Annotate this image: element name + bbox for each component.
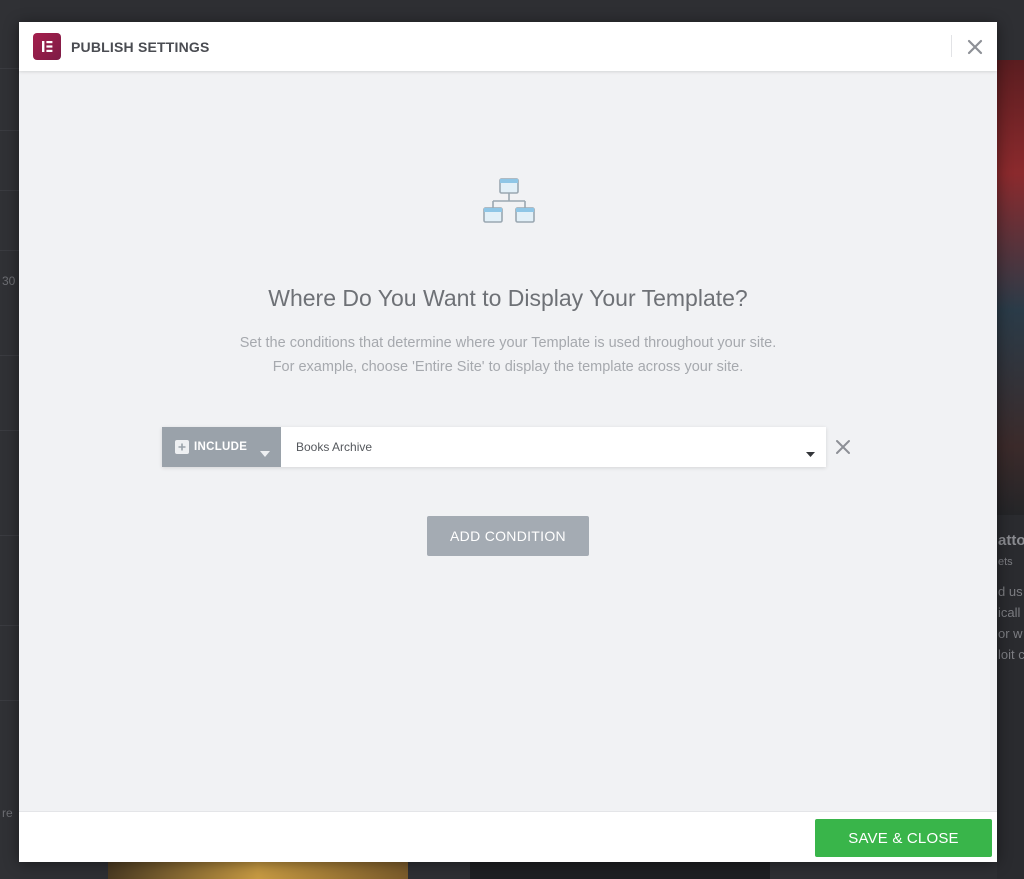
- remove-condition-button[interactable]: [834, 438, 852, 456]
- description-line: For example, choose 'Entire Site' to dis…: [272, 359, 744, 375]
- background-text-fragment: d us: [998, 584, 1023, 599]
- background-right-panel: atto ets d us icall or w loit c: [997, 60, 1024, 879]
- background-poster: [997, 60, 1024, 515]
- background-left-panel: 30 re: [0, 0, 20, 879]
- background-text-fragment: re: [2, 806, 13, 820]
- chevron-down-icon: [806, 444, 815, 462]
- conditions-heading: Where Do You Want to Display Your Templa…: [268, 285, 748, 311]
- condition-target-select[interactable]: Books Archive: [281, 427, 826, 467]
- add-condition-button[interactable]: ADD CONDITION: [427, 516, 589, 556]
- description-line: Set the conditions that determine where …: [239, 335, 777, 351]
- background-text-fragment: icall: [998, 605, 1021, 620]
- condition-row: INCLUDE Books Archive: [162, 427, 826, 467]
- include-exclude-select[interactable]: INCLUDE: [162, 427, 281, 467]
- background-text-fragment: or w: [998, 626, 1023, 641]
- header-divider: [951, 35, 952, 57]
- modal-header: PUBLISH SETTINGS: [19, 22, 997, 71]
- close-icon: [836, 440, 850, 454]
- conditions-description: Set the conditions that determine where …: [19, 331, 997, 379]
- publish-settings-modal: PUBLISH SETTINGS Where Do You Want to Di…: [19, 22, 997, 862]
- close-icon: [967, 39, 983, 55]
- sitemap-icon: [483, 176, 535, 226]
- background-text-fragment: atto: [998, 532, 1024, 549]
- chevron-down-icon: [260, 444, 270, 462]
- elementor-logo-icon: [33, 33, 61, 60]
- modal-title: PUBLISH SETTINGS: [71, 39, 210, 55]
- modal-footer: SAVE & CLOSE: [19, 811, 997, 862]
- background-book-cover: [108, 862, 408, 879]
- plus-icon: [175, 440, 189, 454]
- background-book-cover: [470, 862, 770, 879]
- save-and-close-button[interactable]: SAVE & CLOSE: [815, 819, 992, 857]
- background-text-fragment: 30: [2, 274, 16, 288]
- include-label: INCLUDE: [194, 441, 248, 453]
- background-text-fragment: ets: [998, 556, 1013, 568]
- background-text-fragment: loit c: [998, 647, 1024, 662]
- condition-target-value: Books Archive: [296, 440, 373, 454]
- close-button[interactable]: [963, 35, 987, 59]
